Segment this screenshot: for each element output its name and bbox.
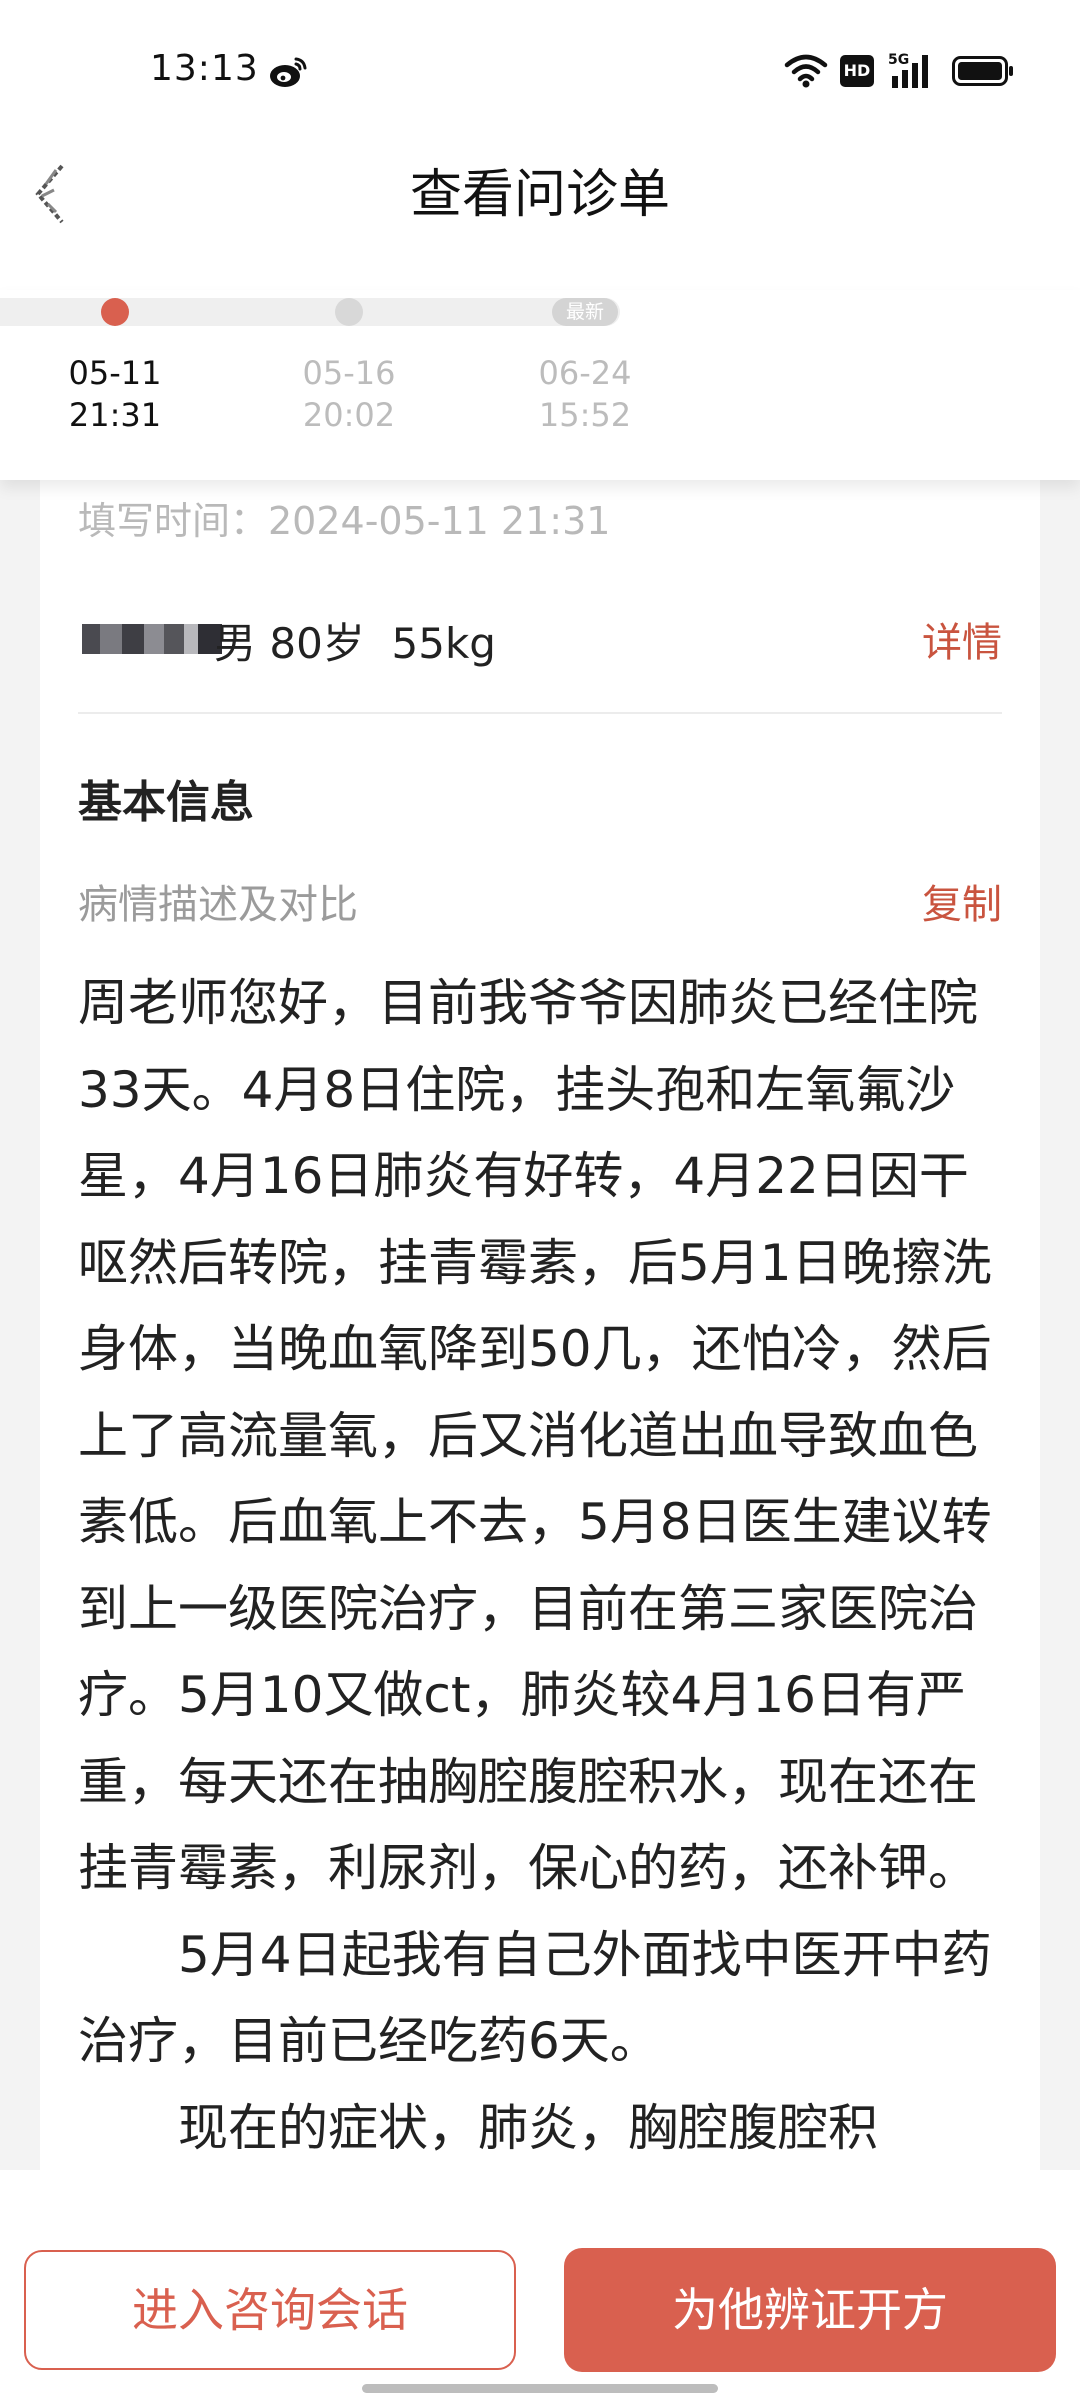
patient-detail-link[interactable]: 详情 xyxy=(922,610,1002,668)
status-bar: 13:13 HD 5G xyxy=(0,0,1080,140)
weibo-icon xyxy=(270,57,307,87)
timeline-track xyxy=(0,298,620,326)
signal-icon: 5G xyxy=(888,52,928,88)
status-time: 13:13 xyxy=(150,48,259,89)
timeline-entry-date: 05-16 xyxy=(302,354,396,392)
timeline-entry-1[interactable]: 05-11 21:31 xyxy=(45,352,185,436)
network-label: 5G xyxy=(888,52,909,68)
timeline-dot-1[interactable] xyxy=(101,298,129,326)
copy-button[interactable]: 复制 xyxy=(922,872,1002,930)
patient-info: 男 80岁 55kg xyxy=(214,619,496,668)
timeline-entry-time: 21:31 xyxy=(68,396,162,434)
latest-badge[interactable]: 最新 xyxy=(552,298,618,326)
timeline-entry-time: 15:52 xyxy=(538,396,632,434)
home-indicator[interactable] xyxy=(362,2384,718,2393)
timeline-entry-date: 05-11 xyxy=(68,354,162,392)
fill-time: 填写时间：2024-05-11 21:31 xyxy=(78,499,611,543)
consultation-form-card: 填写时间：2024-05-11 21:31 男 80岁 55kg 详情 基本信息… xyxy=(40,470,1040,2230)
prescribe-button[interactable]: 为他辨证开方 xyxy=(564,2248,1056,2372)
timeline-entry-date: 06-24 xyxy=(538,354,632,392)
section-title-basic-info: 基本信息 xyxy=(78,777,254,828)
bottom-action-bar: 进入咨询会话 为他辨证开方 xyxy=(0,2170,1080,2400)
hd-icon: HD xyxy=(840,55,874,87)
masked-patient-name xyxy=(82,624,226,654)
timeline-dot-2[interactable] xyxy=(335,298,363,326)
patient-row: 男 80岁 55kg 详情 xyxy=(78,604,1002,714)
timeline-entry-2[interactable]: 05-16 20:02 xyxy=(279,352,419,436)
page-title: 查看问诊单 xyxy=(409,165,670,225)
timeline-entry-3[interactable]: 06-24 15:52 xyxy=(515,352,655,436)
battery-icon xyxy=(952,56,1013,86)
timeline-entry-time: 20:02 xyxy=(302,396,396,434)
header: 查看问诊单 xyxy=(0,140,1080,290)
wifi-icon xyxy=(784,54,828,88)
consultation-timeline: 最新 05-11 21:31 05-16 20:02 06-24 15:52 xyxy=(0,290,1080,480)
description-label: 病情描述及对比 xyxy=(78,882,358,928)
enter-consultation-button[interactable]: 进入咨询会话 xyxy=(24,2250,516,2370)
condition-description: 周老师您好，目前我爷爷因肺炎已经住院33天。4月8日住院，挂头孢和左氧氟沙星，4… xyxy=(78,974,992,2157)
